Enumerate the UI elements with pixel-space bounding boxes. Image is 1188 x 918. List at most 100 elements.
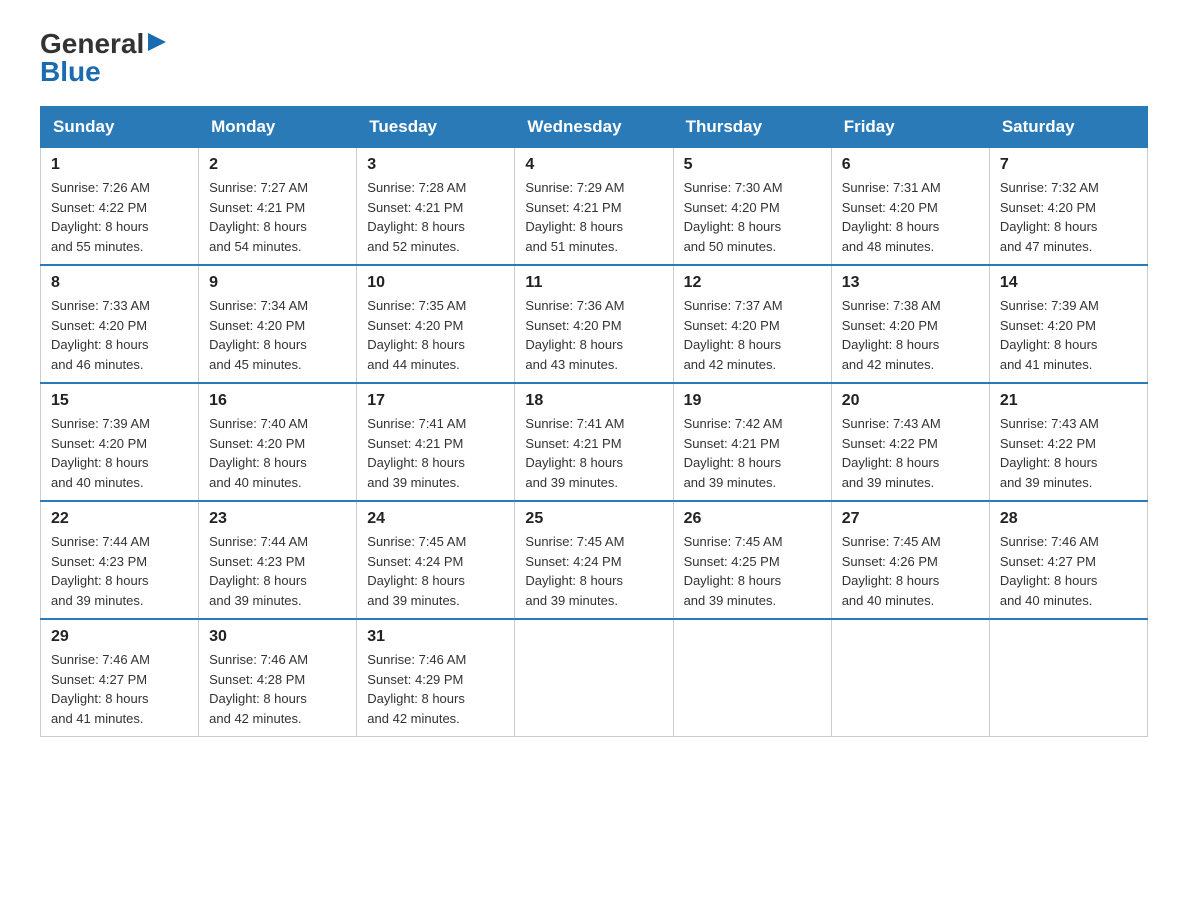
day-cell: 17 Sunrise: 7:41 AMSunset: 4:21 PMDayligh… xyxy=(357,383,515,501)
header-cell-saturday: Saturday xyxy=(989,107,1147,148)
day-number: 22 xyxy=(51,510,188,528)
day-cell xyxy=(515,619,673,737)
week-row-3: 15 Sunrise: 7:39 AMSunset: 4:20 PMDayligh… xyxy=(41,383,1148,501)
day-info: Sunrise: 7:41 AMSunset: 4:21 PMDaylight:… xyxy=(525,414,662,492)
day-number: 31 xyxy=(367,628,504,646)
header-cell-monday: Monday xyxy=(199,107,357,148)
day-info: Sunrise: 7:36 AMSunset: 4:20 PMDaylight:… xyxy=(525,296,662,374)
day-number: 24 xyxy=(367,510,504,528)
day-cell xyxy=(989,619,1147,737)
day-info: Sunrise: 7:31 AMSunset: 4:20 PMDaylight:… xyxy=(842,178,979,256)
day-cell: 12 Sunrise: 7:37 AMSunset: 4:20 PMDayligh… xyxy=(673,265,831,383)
day-info: Sunrise: 7:41 AMSunset: 4:21 PMDaylight:… xyxy=(367,414,504,492)
day-cell xyxy=(831,619,989,737)
day-cell: 26 Sunrise: 7:45 AMSunset: 4:25 PMDayligh… xyxy=(673,501,831,619)
day-info: Sunrise: 7:39 AMSunset: 4:20 PMDaylight:… xyxy=(51,414,188,492)
day-number: 17 xyxy=(367,392,504,410)
day-info: Sunrise: 7:45 AMSunset: 4:24 PMDaylight:… xyxy=(367,532,504,610)
day-info: Sunrise: 7:33 AMSunset: 4:20 PMDaylight:… xyxy=(51,296,188,374)
day-number: 26 xyxy=(684,510,821,528)
day-info: Sunrise: 7:28 AMSunset: 4:21 PMDaylight:… xyxy=(367,178,504,256)
day-cell: 28 Sunrise: 7:46 AMSunset: 4:27 PMDayligh… xyxy=(989,501,1147,619)
page-header: General Blue xyxy=(40,30,1148,86)
day-cell: 25Sunrise: 7:45 AMSunset: 4:24 PMDayligh… xyxy=(515,501,673,619)
day-number: 28 xyxy=(1000,510,1137,528)
day-info: Sunrise: 7:29 AMSunset: 4:21 PMDaylight:… xyxy=(525,178,662,256)
week-row-4: 22 Sunrise: 7:44 AMSunset: 4:23 PMDayligh… xyxy=(41,501,1148,619)
day-info: Sunrise: 7:32 AMSunset: 4:20 PMDaylight:… xyxy=(1000,178,1137,256)
day-info: Sunrise: 7:45 AMSunset: 4:26 PMDaylight:… xyxy=(842,532,979,610)
day-number: 10 xyxy=(367,274,504,292)
header-cell-wednesday: Wednesday xyxy=(515,107,673,148)
logo: General Blue xyxy=(40,30,168,86)
day-number: 5 xyxy=(684,156,821,174)
week-row-5: 29 Sunrise: 7:46 AMSunset: 4:27 PMDayligh… xyxy=(41,619,1148,737)
day-cell: 31 Sunrise: 7:46 AMSunset: 4:29 PMDayligh… xyxy=(357,619,515,737)
day-info: Sunrise: 7:42 AMSunset: 4:21 PMDaylight:… xyxy=(684,414,821,492)
day-info: Sunrise: 7:26 AMSunset: 4:22 PMDaylight:… xyxy=(51,178,188,256)
calendar-table: SundayMondayTuesdayWednesdayThursdayFrid… xyxy=(40,106,1148,737)
day-number: 16 xyxy=(209,392,346,410)
day-number: 1 xyxy=(51,156,188,174)
day-number: 8 xyxy=(51,274,188,292)
header-cell-friday: Friday xyxy=(831,107,989,148)
day-info: Sunrise: 7:46 AMSunset: 4:27 PMDaylight:… xyxy=(1000,532,1137,610)
day-number: 2 xyxy=(209,156,346,174)
day-number: 25 xyxy=(525,510,662,528)
day-cell: 2 Sunrise: 7:27 AMSunset: 4:21 PMDaylight… xyxy=(199,148,357,266)
day-info: Sunrise: 7:35 AMSunset: 4:20 PMDaylight:… xyxy=(367,296,504,374)
day-number: 15 xyxy=(51,392,188,410)
day-number: 7 xyxy=(1000,156,1137,174)
day-number: 4 xyxy=(525,156,662,174)
day-cell: 16Sunrise: 7:40 AMSunset: 4:20 PMDayligh… xyxy=(199,383,357,501)
day-cell: 8 Sunrise: 7:33 AMSunset: 4:20 PMDaylight… xyxy=(41,265,199,383)
day-number: 23 xyxy=(209,510,346,528)
day-cell: 9Sunrise: 7:34 AMSunset: 4:20 PMDaylight… xyxy=(199,265,357,383)
day-info: Sunrise: 7:39 AMSunset: 4:20 PMDaylight:… xyxy=(1000,296,1137,374)
day-number: 12 xyxy=(684,274,821,292)
day-cell: 23 Sunrise: 7:44 AMSunset: 4:23 PMDayligh… xyxy=(199,501,357,619)
day-info: Sunrise: 7:30 AMSunset: 4:20 PMDaylight:… xyxy=(684,178,821,256)
day-cell: 14 Sunrise: 7:39 AMSunset: 4:20 PMDayligh… xyxy=(989,265,1147,383)
day-info: Sunrise: 7:44 AMSunset: 4:23 PMDaylight:… xyxy=(51,532,188,610)
header-cell-tuesday: Tuesday xyxy=(357,107,515,148)
day-cell: 1 Sunrise: 7:26 AMSunset: 4:22 PMDaylight… xyxy=(41,148,199,266)
day-info: Sunrise: 7:44 AMSunset: 4:23 PMDaylight:… xyxy=(209,532,346,610)
week-row-2: 8 Sunrise: 7:33 AMSunset: 4:20 PMDaylight… xyxy=(41,265,1148,383)
day-cell: 22 Sunrise: 7:44 AMSunset: 4:23 PMDayligh… xyxy=(41,501,199,619)
day-cell: 24 Sunrise: 7:45 AMSunset: 4:24 PMDayligh… xyxy=(357,501,515,619)
day-number: 6 xyxy=(842,156,979,174)
day-info: Sunrise: 7:46 AMSunset: 4:29 PMDaylight:… xyxy=(367,650,504,728)
day-info: Sunrise: 7:34 AMSunset: 4:20 PMDaylight:… xyxy=(209,296,346,374)
day-info: Sunrise: 7:37 AMSunset: 4:20 PMDaylight:… xyxy=(684,296,821,374)
day-number: 14 xyxy=(1000,274,1137,292)
day-info: Sunrise: 7:43 AMSunset: 4:22 PMDaylight:… xyxy=(842,414,979,492)
day-info: Sunrise: 7:45 AMSunset: 4:25 PMDaylight:… xyxy=(684,532,821,610)
day-cell xyxy=(673,619,831,737)
day-cell: 19 Sunrise: 7:42 AMSunset: 4:21 PMDayligh… xyxy=(673,383,831,501)
day-number: 29 xyxy=(51,628,188,646)
day-cell: 11Sunrise: 7:36 AMSunset: 4:20 PMDayligh… xyxy=(515,265,673,383)
day-info: Sunrise: 7:27 AMSunset: 4:21 PMDaylight:… xyxy=(209,178,346,256)
day-number: 19 xyxy=(684,392,821,410)
day-info: Sunrise: 7:46 AMSunset: 4:27 PMDaylight:… xyxy=(51,650,188,728)
day-number: 30 xyxy=(209,628,346,646)
logo-triangle-icon xyxy=(146,31,168,53)
header-row: SundayMondayTuesdayWednesdayThursdayFrid… xyxy=(41,107,1148,148)
day-cell: 7 Sunrise: 7:32 AMSunset: 4:20 PMDaylight… xyxy=(989,148,1147,266)
header-cell-sunday: Sunday xyxy=(41,107,199,148)
day-info: Sunrise: 7:38 AMSunset: 4:20 PMDaylight:… xyxy=(842,296,979,374)
day-cell: 15 Sunrise: 7:39 AMSunset: 4:20 PMDayligh… xyxy=(41,383,199,501)
day-cell: 30Sunrise: 7:46 AMSunset: 4:28 PMDayligh… xyxy=(199,619,357,737)
day-cell: 3Sunrise: 7:28 AMSunset: 4:21 PMDaylight… xyxy=(357,148,515,266)
day-number: 21 xyxy=(1000,392,1137,410)
header-cell-thursday: Thursday xyxy=(673,107,831,148)
day-number: 20 xyxy=(842,392,979,410)
day-cell: 18Sunrise: 7:41 AMSunset: 4:21 PMDayligh… xyxy=(515,383,673,501)
day-info: Sunrise: 7:43 AMSunset: 4:22 PMDaylight:… xyxy=(1000,414,1137,492)
day-cell: 27Sunrise: 7:45 AMSunset: 4:26 PMDayligh… xyxy=(831,501,989,619)
day-cell: 5 Sunrise: 7:30 AMSunset: 4:20 PMDaylight… xyxy=(673,148,831,266)
day-cell: 29 Sunrise: 7:46 AMSunset: 4:27 PMDayligh… xyxy=(41,619,199,737)
day-cell: 10 Sunrise: 7:35 AMSunset: 4:20 PMDayligh… xyxy=(357,265,515,383)
day-cell: 21 Sunrise: 7:43 AMSunset: 4:22 PMDayligh… xyxy=(989,383,1147,501)
